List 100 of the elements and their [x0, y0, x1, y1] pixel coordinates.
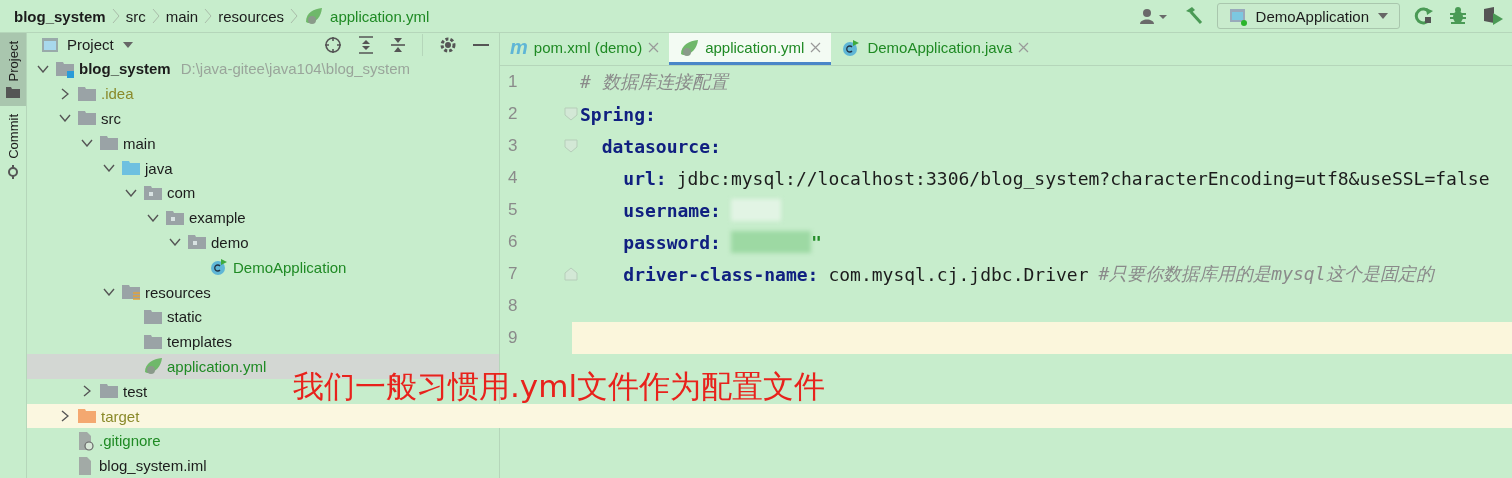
folder-icon — [143, 307, 163, 326]
breadcrumb-item[interactable]: application.yml — [330, 7, 430, 25]
tree-label: src — [101, 109, 121, 127]
folder-icon — [143, 183, 163, 202]
chevron-right-icon[interactable] — [83, 385, 91, 398]
chevron-down-icon[interactable] — [169, 238, 181, 247]
yaml-key: datasource: — [601, 135, 721, 157]
tree-row[interactable]: java — [27, 155, 173, 181]
line-number: 8 — [508, 296, 518, 316]
chevron-icon — [111, 8, 120, 24]
yaml-value: " — [810, 231, 822, 253]
tree-row[interactable]: target — [27, 403, 140, 429]
module-icon — [55, 59, 75, 78]
tree-row[interactable]: .gitignore — [27, 428, 161, 454]
tree-label: java — [145, 159, 173, 177]
maven-icon: m — [510, 36, 528, 59]
folder-icon — [77, 407, 97, 425]
code-comment: #只要你数据库用的是mysql这个是固定的 — [1098, 262, 1434, 286]
breadcrumb-item[interactable]: blog_system — [14, 7, 106, 25]
tree-label: test — [123, 382, 148, 400]
line-number: 2 — [508, 104, 518, 124]
expand-all-icon[interactable] — [358, 35, 374, 54]
tree-row[interactable]: test — [27, 378, 148, 404]
tree-label: resources — [145, 283, 211, 301]
editor-tab[interactable]: m pom.xml (demo) — [500, 33, 670, 65]
user-icon[interactable] — [1138, 7, 1169, 25]
folder-icon — [99, 134, 119, 153]
yaml-key: username: — [623, 199, 721, 221]
folder-icon — [165, 208, 185, 227]
leaf-icon — [679, 38, 700, 57]
tree-row[interactable]: templates — [27, 329, 233, 354]
tree-row[interactable]: blog_system.iml — [27, 453, 207, 478]
window-icon — [41, 36, 59, 53]
rerun-icon[interactable] — [1414, 6, 1434, 26]
breadcrumb-item[interactable]: resources — [218, 7, 285, 25]
chevron-down-icon[interactable] — [59, 114, 71, 123]
bug-icon[interactable] — [1448, 6, 1468, 26]
folder-icon — [143, 332, 163, 351]
tree-label: blog_system — [79, 60, 171, 78]
breadcrumb-item[interactable]: main — [165, 7, 199, 25]
settings-icon[interactable] — [439, 35, 457, 54]
tree-label: static — [167, 308, 202, 326]
tree-row[interactable]: main — [27, 130, 156, 156]
chevron-down-icon[interactable] — [37, 64, 49, 73]
chevron-down-icon[interactable] — [147, 213, 159, 222]
chevron-down-icon[interactable] — [81, 139, 93, 148]
project-path: D:\java-gitee\java104\blog_system — [180, 60, 410, 78]
tree-row[interactable]: static — [27, 304, 202, 330]
tree-row[interactable]: demo — [27, 230, 249, 255]
yaml-key: Spring: — [580, 103, 656, 125]
crosshair-icon[interactable] — [324, 35, 342, 54]
fold-marker-icon[interactable] — [564, 139, 578, 153]
tree-row[interactable]: DemoApplication — [27, 254, 347, 280]
line-number: 7 — [508, 264, 518, 284]
tree-row[interactable]: blog_system D:\java-gitee\java104\blog_system — [27, 56, 410, 82]
folder-icon — [77, 84, 97, 103]
editor-tab[interactable]: DemoApplication.java — [831, 33, 1040, 65]
caret-icon — [121, 40, 134, 49]
file-icon — [77, 430, 95, 451]
code-comment: # 数据库连接配置 — [580, 70, 728, 94]
side-tab[interactable]: Commit — [0, 106, 26, 188]
yaml-value: com.mysql.cj.jdbc.Driver — [828, 263, 1089, 285]
line-number: 6 — [508, 232, 518, 252]
editor-tab[interactable]: application.yml — [669, 33, 832, 65]
chevron-right-icon[interactable] — [61, 410, 69, 422]
tree-row[interactable]: com — [27, 180, 196, 206]
minimize-icon[interactable] — [473, 42, 489, 47]
folder-icon — [6, 87, 20, 99]
tree-label: .gitignore — [99, 432, 161, 450]
yaml-key: password: — [623, 231, 721, 253]
annotation-text: 我们一般习惯用.yml文件作为配置文件 — [293, 367, 825, 406]
tree-label: com — [167, 184, 196, 202]
run-config-dropdown[interactable]: DemoApplication — [1216, 3, 1400, 29]
close-icon[interactable] — [810, 42, 822, 53]
fold-marker-icon[interactable] — [564, 107, 578, 121]
leaf-icon — [143, 357, 163, 376]
tree-label: templates — [167, 333, 233, 351]
tree-label: blog_system.iml — [99, 457, 207, 475]
window-icon — [1227, 6, 1248, 26]
chevron-down-icon[interactable] — [103, 164, 115, 173]
side-tab[interactable]: Project — [0, 33, 26, 107]
chevron-right-icon[interactable] — [61, 87, 69, 100]
breadcrumb-item[interactable]: src — [125, 7, 146, 25]
coverage-icon[interactable] — [1482, 6, 1504, 26]
yaml-key: url: — [623, 167, 667, 189]
chevron-icon — [290, 8, 299, 24]
panel-view-selector[interactable]: Project — [41, 36, 134, 54]
tree-label: main — [123, 134, 156, 152]
tree-row[interactable]: example — [27, 205, 246, 231]
tree-row[interactable]: src — [27, 106, 121, 131]
tree-label: example — [189, 209, 246, 227]
leaf-icon — [304, 6, 325, 26]
tree-label: .idea — [101, 85, 134, 103]
collapse-all-icon[interactable] — [390, 35, 406, 54]
fold-marker-icon[interactable] — [564, 267, 578, 281]
chevron-down-icon[interactable] — [125, 188, 137, 197]
chevron-down-icon[interactable] — [103, 288, 115, 296]
chevron-icon — [151, 8, 160, 24]
yaml-value: jdbc:mysql://localhost:3306/blog_system?characterEncoding=utf8&useSSL=false — [676, 167, 1490, 189]
tree-row[interactable]: resources — [27, 279, 211, 305]
